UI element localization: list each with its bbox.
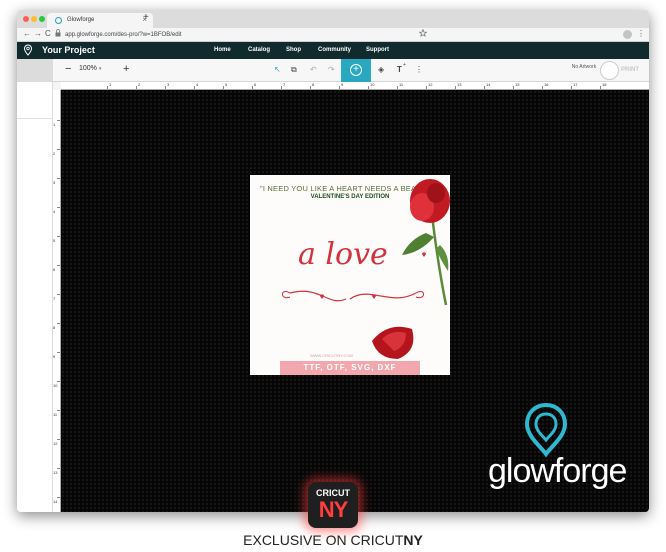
ruler-number: 12 <box>53 441 58 446</box>
browser-tab[interactable]: Glowforge × <box>47 13 153 28</box>
ruler-number: 14 <box>53 499 58 504</box>
nav-shop[interactable]: Shop <box>286 47 301 53</box>
ruler-number: 7 <box>283 82 286 87</box>
more-options-icon[interactable]: ⋮ <box>415 65 423 74</box>
ruler-number: 17 <box>573 82 578 87</box>
shapes-tool-icon[interactable]: ◈ <box>378 65 384 74</box>
ruler-number: 1 <box>109 82 112 87</box>
artwork-watermark: WWW.CRICUTNY.COM <box>310 353 353 358</box>
forward-icon[interactable]: → <box>34 29 42 38</box>
ruler-number: 13 <box>53 470 58 475</box>
glowforge-brand-logo: glowforge <box>488 402 638 492</box>
ruler-number: 10 <box>53 383 58 388</box>
address-bar-row: ← → C app.glowforge.com/des-pro/?w=1BFOB… <box>17 28 649 42</box>
no-artwork-label: No Artwork <box>571 64 597 70</box>
chevron-down-icon: ▾ <box>98 66 102 72</box>
ruler-number: 12 <box>428 82 433 87</box>
browser-tab-bar: Glowforge × + <box>17 10 649 28</box>
panel-divider <box>17 118 53 119</box>
toolbar-left-panel <box>17 59 53 82</box>
artwork-script-text: a love <box>298 237 388 272</box>
ruler-number: 2 <box>53 151 56 156</box>
url-field[interactable]: app.glowforge.com/des-pro/?w=1BFOB/edit <box>57 30 617 40</box>
ruler-number: 8 <box>312 82 315 87</box>
select-tool-icon[interactable]: ↖ <box>274 65 281 74</box>
cricutny-badge-bottom: NY <box>318 497 349 522</box>
print-button[interactable] <box>600 61 619 80</box>
left-side-panel <box>17 82 53 512</box>
glowforge-pin-icon <box>524 402 568 458</box>
ruler-number: 11 <box>399 82 404 87</box>
redo-icon[interactable]: ↷ <box>328 65 335 74</box>
undo-icon[interactable]: ↶ <box>310 65 317 74</box>
exclusive-caption-prefix: EXCLUSIVE ON CRICUT <box>243 532 404 548</box>
ruler-number: 2 <box>138 82 141 87</box>
ruler-number: 4 <box>53 209 56 214</box>
new-tab-button[interactable]: + <box>143 12 149 23</box>
nav-community[interactable]: Community <box>318 47 351 53</box>
print-label: PRINT <box>621 67 639 73</box>
ruler-number: 6 <box>254 82 257 87</box>
close-window-icon[interactable] <box>23 16 29 22</box>
text-tool-icon[interactable]: T <box>397 65 402 74</box>
zoom-in-button[interactable]: + <box>123 63 129 75</box>
artwork-format-banner: TTF, OTF, SVG, DXF <box>280 361 420 375</box>
ruler-number: 9 <box>341 82 344 87</box>
rose-illustration <box>282 179 450 359</box>
nav-home[interactable]: Home <box>214 47 231 53</box>
maximize-window-icon[interactable] <box>39 16 45 22</box>
ruler-number: 14 <box>486 82 491 87</box>
exclusive-caption-suffix: NY <box>403 532 423 548</box>
ruler-number: 5 <box>225 82 228 87</box>
artwork-format-text: TTF, OTF, SVG, DXF <box>303 363 397 372</box>
group-tool-icon[interactable]: ⧉ <box>291 65 297 75</box>
zoom-out-button[interactable]: − <box>65 63 71 75</box>
project-title[interactable]: Your Project <box>42 45 95 55</box>
ruler-number: 9 <box>53 354 56 359</box>
ruler-number: 8 <box>53 325 56 330</box>
ruler-number: 18 <box>602 82 607 87</box>
ruler-number: 3 <box>167 82 170 87</box>
ruler-number: 13 <box>457 82 462 87</box>
ruler-number: 1 <box>53 122 56 127</box>
ruler-number: 6 <box>53 267 56 272</box>
minimize-window-icon[interactable] <box>31 16 37 22</box>
ruler-number: 3 <box>53 180 56 185</box>
reload-icon[interactable]: C <box>45 29 51 38</box>
glowforge-wordmark: glowforge <box>488 452 627 490</box>
cricutny-badge: CRICUT NY <box>308 482 358 528</box>
zoom-value: 100% <box>79 65 97 72</box>
ruler-number: 7 <box>53 296 56 301</box>
glowforge-logo-icon[interactable] <box>23 44 33 56</box>
ruler-number: 15 <box>515 82 520 87</box>
star-icon[interactable] <box>419 29 427 37</box>
add-circle-icon: + <box>350 64 362 76</box>
tab-title: Glowforge <box>67 17 95 23</box>
ruler-number: 16 <box>544 82 549 87</box>
left-ruler: 1 2 3 4 5 6 7 8 9 10 11 12 13 14 <box>53 90 61 512</box>
back-icon[interactable]: ← <box>23 29 31 38</box>
screenshot-stage: Glowforge × + ← → C app.glowforge.com/de… <box>0 0 666 552</box>
ruler-number: 11 <box>53 412 58 417</box>
design-toolbar: − 100% ▾ + ↖ ⧉ ↶ ↷ + ◈ T + ⋮ No Artwork … <box>17 59 649 82</box>
nav-support[interactable]: Support <box>366 47 389 53</box>
browser-menu-icon[interactable]: ⋮ <box>637 29 645 38</box>
text-tool-plus: + <box>403 62 406 68</box>
app-header: Your Project Home Catalog Shop Community… <box>17 42 649 59</box>
exclusive-caption: EXCLUSIVE ON CRICUTNY <box>160 532 506 548</box>
profile-avatar[interactable] <box>623 30 632 39</box>
glowforge-favicon-icon <box>55 17 62 24</box>
ruler-number: 4 <box>196 82 199 87</box>
nav-catalog[interactable]: Catalog <box>248 47 270 53</box>
top-ruler: 1 2 3 4 5 6 7 8 9 10 11 12 13 14 15 16 17 18 <box>61 82 649 90</box>
ruler-number: 5 <box>53 238 56 243</box>
artwork-preview[interactable]: "I NEED YOU LIKE A HEART NEEDS A BEAT" V… <box>250 175 450 375</box>
add-artwork-button[interactable]: + <box>341 59 371 82</box>
ruler-number: 10 <box>370 82 375 87</box>
zoom-select[interactable]: 100% ▾ <box>79 65 121 77</box>
